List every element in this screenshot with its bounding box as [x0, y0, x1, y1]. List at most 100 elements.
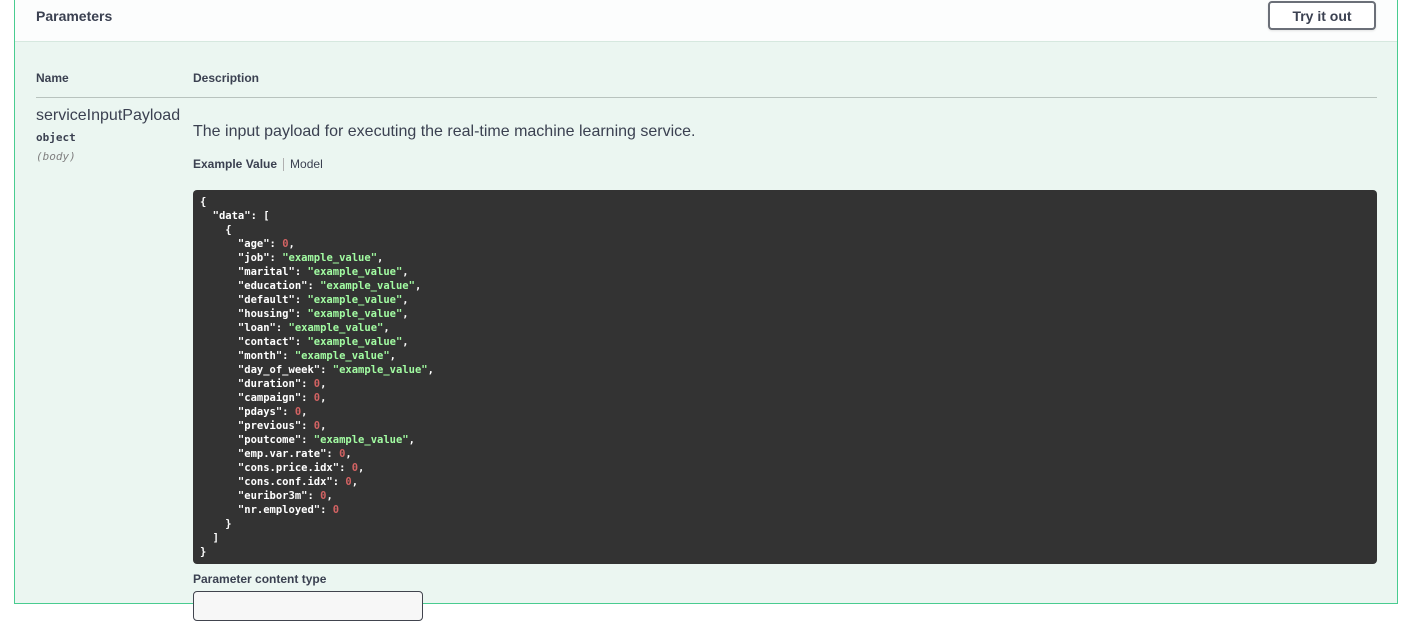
code-punctuation: , — [351, 476, 359, 488]
code-punctuation: "nr.employed": — [200, 504, 333, 516]
code-punctuation: "previous": — [200, 420, 314, 432]
parameter-description: The input payload for executing the real… — [193, 123, 696, 140]
tab-example-value[interactable]: Example Value — [193, 157, 277, 171]
code-number-value: 0 — [332, 504, 340, 516]
code-punctuation: , — [414, 280, 422, 292]
parameter-type: object — [36, 131, 76, 144]
code-string-value: "example_value" — [307, 308, 403, 320]
code-string-value: "example_value" — [294, 350, 390, 362]
code-line: "month": "example_value", — [200, 349, 1370, 363]
code-punctuation: } — [200, 518, 232, 530]
code-line: ] — [200, 531, 1370, 545]
code-line: "data": [ — [200, 209, 1370, 223]
code-punctuation: , — [358, 462, 365, 474]
column-header-description: Description — [193, 71, 260, 85]
code-punctuation: "marital": — [200, 266, 308, 278]
code-punctuation: , — [301, 406, 308, 418]
code-punctuation: , — [389, 350, 396, 362]
code-line: "nr.employed": 0 — [200, 503, 1370, 517]
code-punctuation: "contact": — [200, 336, 308, 348]
parameters-panel: Parameters Try it out Name Description s… — [14, 0, 1398, 621]
code-string-value: "example_value" — [307, 266, 403, 278]
code-punctuation: "duration": — [200, 378, 314, 390]
code-line: "cons.conf.idx": 0, — [200, 475, 1370, 489]
code-punctuation: , — [377, 252, 384, 264]
code-punctuation: "euribor3m": — [200, 490, 321, 502]
code-punctuation: "data": [ — [200, 210, 270, 222]
code-string-value: "example_value" — [282, 252, 378, 264]
code-line: "age": 0, — [200, 237, 1370, 251]
code-punctuation: "age": — [200, 238, 283, 250]
tab-divider — [283, 157, 285, 171]
try-it-out-button[interactable]: Try it out — [1268, 1, 1376, 30]
code-punctuation: "housing": — [200, 308, 308, 320]
section-header: Parameters Try it out — [15, 0, 1397, 42]
section-title: Parameters — [36, 8, 113, 24]
code-punctuation: "job": — [200, 252, 283, 264]
code-punctuation: , — [402, 266, 409, 278]
code-punctuation: , — [383, 322, 390, 334]
code-punctuation: "education": — [200, 280, 321, 292]
code-punctuation: { — [200, 196, 207, 208]
code-line: "cons.price.idx": 0, — [200, 461, 1370, 475]
code-string-value: "example_value" — [320, 280, 415, 292]
code-punctuation: } — [200, 546, 207, 558]
code-line: "duration": 0, — [200, 377, 1370, 391]
code-line: "loan": "example_value", — [200, 321, 1370, 335]
code-string-value: "example_value" — [288, 322, 384, 334]
code-punctuation: "campaign": — [200, 392, 314, 404]
column-header-name: Name — [36, 71, 69, 85]
code-line: { — [200, 195, 1370, 209]
code-line: "previous": 0, — [200, 419, 1370, 433]
code-line: "default": "example_value", — [200, 293, 1370, 307]
content-type-label: Parameter content type — [193, 572, 327, 586]
code-punctuation: , — [402, 336, 409, 348]
code-punctuation: , — [427, 364, 434, 376]
code-punctuation: , — [408, 434, 415, 446]
code-punctuation: , — [402, 308, 409, 320]
header-divider — [36, 97, 1377, 98]
code-punctuation: "poutcome": — [200, 434, 314, 446]
code-line: "campaign": 0, — [200, 391, 1370, 405]
code-punctuation: "emp.var.rate": — [200, 448, 340, 460]
code-line: "education": "example_value", — [200, 279, 1370, 293]
code-line: } — [200, 517, 1370, 531]
code-line: "pdays": 0, — [200, 405, 1370, 419]
tab-model[interactable]: Model — [290, 157, 323, 171]
code-string-value: "example_value" — [332, 364, 428, 376]
code-punctuation: ] — [200, 532, 219, 544]
code-punctuation: "month": — [200, 350, 295, 362]
code-string-value: "example_value" — [307, 336, 403, 348]
code-punctuation: , — [326, 490, 333, 502]
parameter-name: serviceInputPayload — [36, 107, 181, 124]
code-line: "euribor3m": 0, — [200, 489, 1370, 503]
code-punctuation: , — [320, 378, 327, 390]
code-line: { — [200, 223, 1370, 237]
code-punctuation: "default": — [200, 294, 308, 306]
code-line: "housing": "example_value", — [200, 307, 1370, 321]
code-line: } — [200, 545, 1370, 559]
code-line: "marital": "example_value", — [200, 265, 1370, 279]
code-punctuation: "cons.conf.idx": — [200, 476, 346, 488]
code-punctuation: , — [320, 392, 327, 404]
code-line: "job": "example_value", — [200, 251, 1370, 265]
code-punctuation: "cons.price.idx": — [200, 462, 352, 474]
code-punctuation: "pdays": — [200, 406, 295, 418]
example-value-code-block[interactable]: { "data": [ { "age": 0, "job": "example_… — [193, 190, 1377, 564]
code-line: "contact": "example_value", — [200, 335, 1370, 349]
example-tabs: Example Value Model — [193, 157, 323, 171]
code-line: "poutcome": "example_value", — [200, 433, 1370, 447]
code-string-value: "example_value" — [313, 434, 409, 446]
code-punctuation: , — [402, 294, 409, 306]
code-punctuation: "day_of_week": — [200, 364, 333, 376]
code-line: "day_of_week": "example_value", — [200, 363, 1370, 377]
code-punctuation: , — [320, 420, 327, 432]
code-line: "emp.var.rate": 0, — [200, 447, 1370, 461]
code-string-value: "example_value" — [307, 294, 403, 306]
content-type-select[interactable] — [193, 591, 423, 621]
parameter-location: (body) — [36, 150, 76, 163]
code-punctuation: "loan": — [200, 322, 289, 334]
code-punctuation: , — [288, 238, 295, 250]
code-punctuation: , — [345, 448, 352, 460]
code-punctuation: { — [200, 224, 232, 236]
